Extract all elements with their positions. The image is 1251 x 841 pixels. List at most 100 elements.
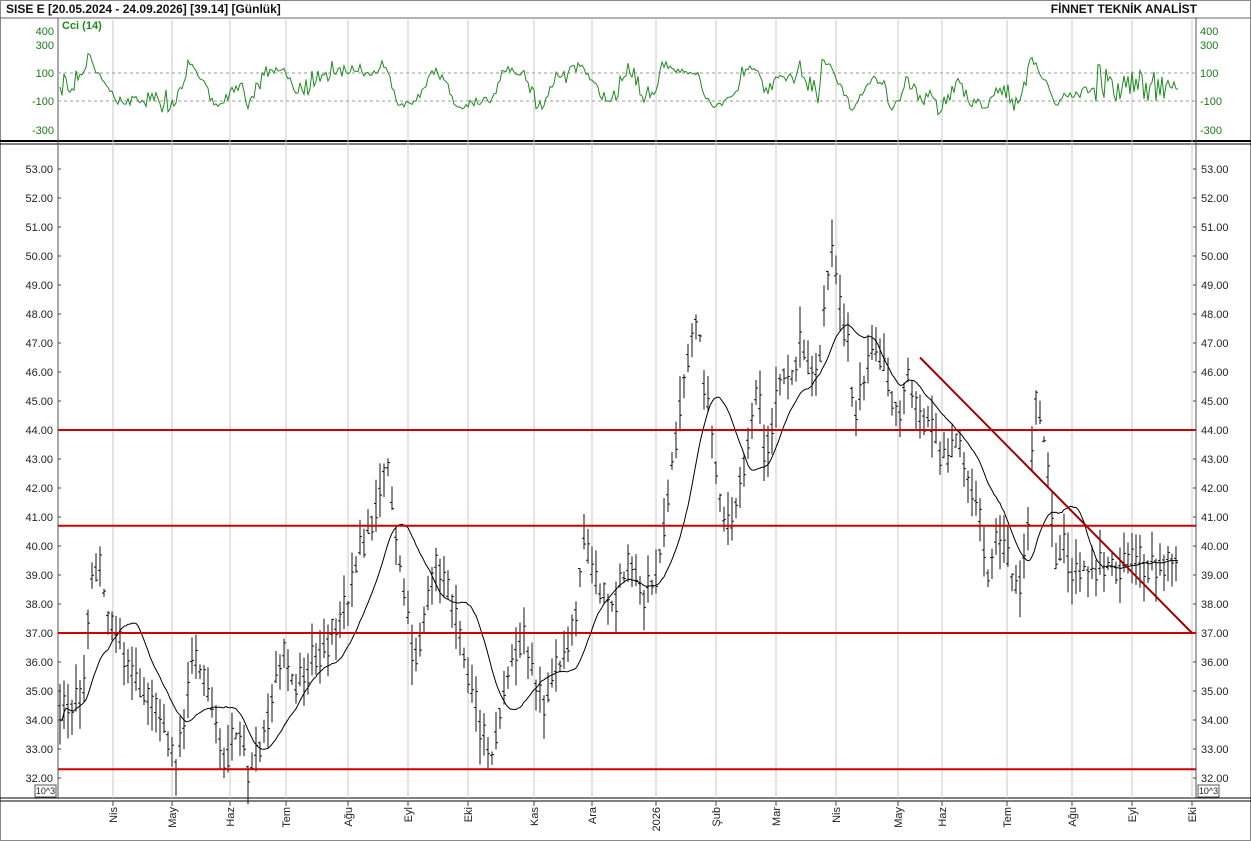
ohlc-bar bbox=[222, 747, 226, 778]
time-label: Eyl bbox=[403, 807, 415, 822]
ohlc-bar bbox=[386, 458, 390, 477]
ohlc-bar bbox=[778, 374, 782, 396]
ohlc-bar bbox=[242, 724, 246, 757]
ohlc-bar bbox=[1162, 554, 1166, 592]
cci-tick-right: 100 bbox=[1200, 68, 1218, 80]
ohlc-bar bbox=[442, 555, 446, 598]
ohlc-bar bbox=[454, 584, 458, 649]
ohlc-bar bbox=[270, 684, 274, 723]
cci-panel: 400 400 300 300 100 100 -100 -100 -300 -300 bbox=[32, 26, 1222, 137]
ohlc-bar bbox=[962, 452, 966, 487]
ohlc-bar bbox=[182, 709, 186, 750]
ohlc-bar bbox=[414, 637, 418, 672]
cci-tick-right: -300 bbox=[1200, 125, 1222, 137]
price-tick-right: 52.00 bbox=[1201, 193, 1229, 205]
time-label: Eyl bbox=[1127, 807, 1139, 822]
ohlc-bar bbox=[186, 661, 190, 719]
ohlc-bar bbox=[1130, 532, 1134, 584]
price-tick-left: 34.00 bbox=[25, 715, 53, 727]
time-label: Kas bbox=[529, 807, 541, 826]
ohlc-bar bbox=[406, 590, 410, 624]
ohlc-bar bbox=[1062, 513, 1066, 564]
ohlc-bar bbox=[458, 621, 462, 656]
ohlc-bar bbox=[794, 356, 798, 382]
ohlc-bar bbox=[1054, 542, 1058, 570]
ohlc-bar bbox=[146, 682, 150, 725]
ohlc-bar bbox=[926, 406, 930, 428]
ohlc-bar bbox=[162, 704, 166, 734]
ohlc-bar bbox=[930, 395, 934, 458]
ohlc-bar bbox=[514, 627, 518, 686]
ohlc-bar bbox=[942, 432, 946, 459]
ohlc-bar bbox=[910, 380, 914, 409]
ohlc-bar bbox=[466, 657, 470, 694]
ohlc-bar bbox=[690, 323, 694, 358]
price-tick-right: 38.00 bbox=[1201, 599, 1229, 611]
ohlc-bar bbox=[194, 634, 198, 679]
ohlc-bar bbox=[750, 402, 754, 439]
ohlc-bar bbox=[1082, 560, 1086, 572]
ohlc-bar bbox=[482, 713, 486, 756]
ohlc-bar bbox=[582, 514, 586, 550]
ohlc-bar bbox=[646, 555, 650, 603]
time-label: Eki bbox=[1187, 807, 1199, 822]
ohlc-bar bbox=[602, 582, 606, 605]
ohlc-bar bbox=[334, 618, 338, 660]
ohlc-bar bbox=[838, 274, 842, 331]
ohlc-bar bbox=[626, 544, 630, 583]
ohlc-bar bbox=[518, 622, 522, 658]
price-tick-right: 49.00 bbox=[1201, 280, 1229, 292]
ohlc-bar bbox=[802, 339, 806, 361]
ohlc-bar bbox=[970, 468, 974, 517]
ohlc-bar bbox=[462, 647, 466, 669]
ohlc-bar bbox=[198, 664, 202, 680]
ohlc-bar bbox=[478, 710, 482, 765]
scale-badge-text: 10^3 bbox=[36, 786, 55, 796]
ohlc-bar bbox=[686, 343, 690, 373]
ohlc-bar bbox=[346, 601, 350, 627]
ohlc-bar bbox=[862, 375, 866, 401]
price-tick-left: 52.00 bbox=[25, 193, 53, 205]
ohlc-bar bbox=[322, 618, 326, 659]
ohlc-bar bbox=[1170, 553, 1174, 587]
ohlc-bar bbox=[1078, 552, 1082, 593]
ohlc-bar bbox=[522, 607, 526, 655]
ohlc-bar bbox=[922, 408, 926, 436]
ohlc-bar bbox=[446, 570, 450, 600]
price-tick-right: 35.00 bbox=[1201, 686, 1229, 698]
price-tick-right: 50.00 bbox=[1201, 251, 1229, 263]
ohlc-bar bbox=[498, 707, 502, 729]
ohlc-bar bbox=[1106, 556, 1110, 571]
price-tick-left: 36.00 bbox=[25, 657, 53, 669]
price-tick-right: 32.00 bbox=[1201, 773, 1229, 785]
price-tick-left: 51.00 bbox=[25, 222, 53, 234]
ohlc-bar bbox=[502, 670, 506, 705]
ohlc-bar bbox=[982, 526, 986, 577]
time-axis: Nis May Haz Tem Ağu Eyl Eki Kas Ara 2026 Şub Mar Nis… bbox=[108, 801, 1199, 831]
ohlc-bar bbox=[1074, 539, 1078, 595]
ohlc-bar bbox=[990, 548, 994, 579]
ohlc-bar bbox=[422, 606, 426, 634]
ohlc-bar bbox=[170, 737, 174, 767]
chart-title: SISE E [20.05.2024 - 24.09.2026] [39.14]… bbox=[6, 2, 281, 16]
ohlc-bar bbox=[294, 673, 298, 704]
ohlc-bar bbox=[938, 441, 942, 475]
time-label: Mar bbox=[771, 807, 783, 826]
price-tick-left: 39.00 bbox=[25, 570, 53, 582]
cci-tick-left: -300 bbox=[32, 125, 54, 137]
ohlc-bar bbox=[318, 630, 322, 684]
time-label: Ara bbox=[587, 806, 599, 824]
ohlc-bar bbox=[798, 306, 802, 368]
ohlc-bar bbox=[230, 712, 234, 761]
cci-tick-left: 300 bbox=[36, 40, 54, 52]
ohlc-bar bbox=[506, 666, 510, 689]
ohlc-bar bbox=[218, 728, 222, 769]
ohlc-bar bbox=[630, 556, 634, 588]
ohlc-bar bbox=[738, 466, 742, 508]
ohlc-bar bbox=[82, 654, 86, 703]
ohlc-bar bbox=[106, 611, 110, 635]
ohlc-bar bbox=[1046, 452, 1050, 489]
ohlc-bar bbox=[1114, 561, 1118, 584]
ohlc-bar bbox=[534, 679, 538, 711]
price-tick-left: 46.00 bbox=[25, 367, 53, 379]
